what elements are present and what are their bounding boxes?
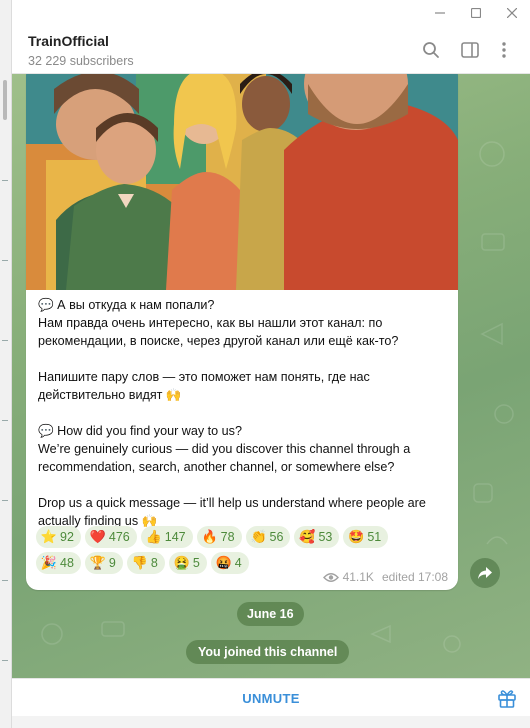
left-pane-divider <box>2 660 8 661</box>
reaction-count: 9 <box>108 556 116 570</box>
reaction-chip[interactable]: 🤬 4 <box>210 552 249 574</box>
clap-reaction-icon: 👏 <box>250 529 267 544</box>
left-pane-divider <box>2 180 8 181</box>
window-bottom-edge <box>12 716 530 728</box>
star-reaction-icon: ⭐ <box>40 529 58 544</box>
window-titlebar <box>12 0 530 26</box>
close-button[interactable] <box>494 0 530 26</box>
sidebar-toggle-button[interactable] <box>459 39 481 61</box>
service-message: You joined this channel <box>186 640 350 664</box>
bottom-bar: UNMUTE <box>12 678 530 716</box>
view-count: 41.1K <box>342 570 374 584</box>
reaction-count: 8 <box>150 556 158 570</box>
reactions-row: ⭐ 92 ❤️ 476 👍 147 🔥 78 👏 56 🥰 53 🤩 51 <box>36 526 456 548</box>
fire-reaction-icon: 🔥 <box>201 529 218 544</box>
reaction-chip[interactable]: 🤩 51 <box>343 526 389 548</box>
reaction-chip[interactable]: 👏 56 <box>245 526 291 548</box>
gift-icon <box>498 690 516 708</box>
post-ru-title: 💬 А вы откуда к нам попали? <box>38 298 215 312</box>
left-pane-divider <box>2 260 8 261</box>
telegram-window: TrainOfficial 32 229 subscribers 💬 А вы … <box>12 0 530 728</box>
reaction-count: 53 <box>318 530 333 544</box>
subscriber-count: 32 229 subscribers <box>28 54 134 68</box>
post-en-title: 💬 How did you find your way to us? <box>38 424 242 438</box>
post-ru-body: Нам правда очень интересно, как вы нашли… <box>38 316 399 348</box>
reaction-chip[interactable]: ⭐ 92 <box>36 526 81 548</box>
reaction-count: 147 <box>164 530 186 544</box>
thumbs-up-reaction-icon: 👍 <box>145 529 162 544</box>
vomit-reaction-icon: 🤮 <box>173 555 190 570</box>
smiling-hearts-reaction-icon: 🥰 <box>299 529 316 544</box>
left-pane-divider <box>2 420 8 421</box>
search-button[interactable] <box>420 39 442 61</box>
search-icon <box>423 42 439 58</box>
left-pane-scrollbar[interactable] <box>3 80 7 120</box>
more-menu-button[interactable] <box>493 39 515 61</box>
reaction-count: 92 <box>60 530 74 544</box>
maximize-button[interactable] <box>458 0 494 26</box>
heart-reaction-icon: ❤️ <box>89 529 106 544</box>
reaction-chip[interactable]: 🤮 5 <box>168 552 207 574</box>
post-ru-cta: Напишите пару слов — это поможет нам пон… <box>38 370 370 402</box>
gift-button[interactable] <box>496 687 518 709</box>
reaction-chip[interactable]: ❤️ 476 <box>84 526 137 548</box>
minimize-icon <box>435 12 445 14</box>
close-icon <box>507 8 517 18</box>
reaction-count: 78 <box>220 530 235 544</box>
maximize-icon <box>471 8 481 18</box>
share-button[interactable] <box>470 558 500 588</box>
channel-title[interactable]: TrainOfficial <box>28 33 109 49</box>
people-illustration <box>26 74 458 290</box>
channel-post[interactable]: 💬 А вы откуда к нам попали? Нам правда о… <box>26 74 458 590</box>
post-en-cta: Drop us a quick message — it’ll help us … <box>38 496 426 528</box>
edited-timestamp: edited 17:08 <box>381 570 448 584</box>
reaction-count: 5 <box>192 556 200 570</box>
post-text: 💬 А вы откуда к нам попали? Нам правда о… <box>38 296 450 530</box>
reaction-chip[interactable]: 🔥 78 <box>196 526 242 548</box>
reaction-count: 48 <box>60 556 74 570</box>
reaction-chip[interactable]: 🏆 9 <box>84 552 123 574</box>
reaction-chip[interactable]: 🥰 53 <box>294 526 340 548</box>
reaction-count: 4 <box>234 556 242 570</box>
trophy-reaction-icon: 🏆 <box>89 555 106 570</box>
left-pane-edge <box>0 0 12 728</box>
reaction-count: 476 <box>108 530 130 544</box>
left-pane-divider <box>2 340 8 341</box>
more-vertical-icon <box>502 42 506 58</box>
star-struck-reaction-icon: 🤩 <box>348 529 365 544</box>
party-reaction-icon: 🎉 <box>40 555 58 570</box>
chat-area[interactable]: 💬 А вы откуда к нам попали? Нам правда о… <box>12 74 530 678</box>
reaction-count: 51 <box>367 530 382 544</box>
post-meta: 41.1K edited 17:08 <box>322 570 448 584</box>
left-pane-divider <box>2 500 8 501</box>
thumbs-down-reaction-icon: 👎 <box>131 555 148 570</box>
reaction-chip[interactable]: 👎 8 <box>126 552 165 574</box>
cursing-reaction-icon: 🤬 <box>215 555 232 570</box>
reaction-chip[interactable]: 🎉 48 <box>36 552 81 574</box>
left-pane-divider <box>2 580 8 581</box>
eye-icon <box>322 572 339 582</box>
reaction-chip[interactable]: 👍 147 <box>140 526 193 548</box>
sidebar-toggle-icon <box>461 42 479 58</box>
post-en-body: We’re genuinely curious — did you discov… <box>38 442 411 474</box>
share-icon <box>478 567 492 579</box>
chat-header[interactable]: TrainOfficial 32 229 subscribers <box>12 26 530 74</box>
reaction-count: 56 <box>269 530 284 544</box>
unmute-button[interactable]: UNMUTE <box>12 679 530 717</box>
minimize-button[interactable] <box>422 0 458 26</box>
date-separator: June 16 <box>237 602 304 626</box>
post-photo[interactable] <box>26 74 458 290</box>
